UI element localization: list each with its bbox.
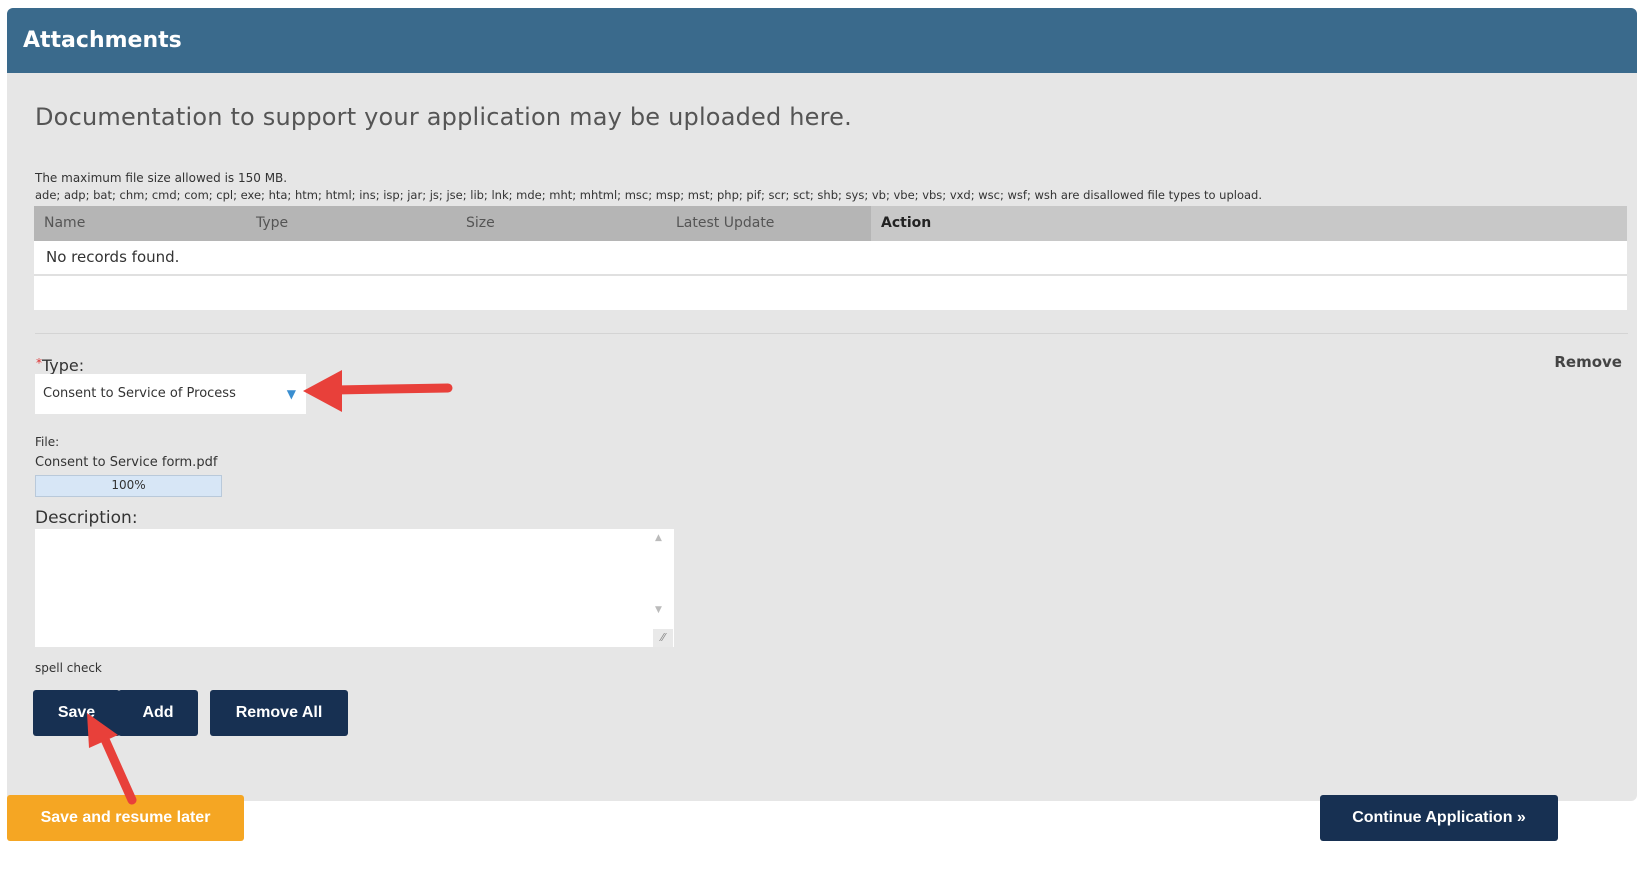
add-button[interactable]: Add [118, 690, 198, 736]
attachments-panel: Attachments Documentation to support you… [7, 8, 1637, 801]
column-header-latest-update[interactable]: Latest Update [666, 206, 871, 241]
remove-all-button[interactable]: Remove All [210, 690, 348, 736]
file-label: File: [35, 435, 60, 449]
save-button[interactable]: Save [33, 690, 120, 736]
type-label: *Type: [36, 356, 84, 375]
table-header: Name Type Size Latest Update Action [34, 206, 1627, 241]
panel-title: Attachments [7, 8, 1637, 73]
max-size-note: The maximum file size allowed is 150 MB. [35, 171, 288, 185]
description-textarea[interactable] [35, 529, 674, 647]
triangle-down-icon[interactable]: ▼ [287, 374, 296, 414]
scroll-up-icon[interactable]: ▲ [655, 533, 662, 543]
disallowed-types-note: ade; adp; bat; chm; cmd; com; cpl; exe; … [35, 188, 1263, 202]
attachments-table: Name Type Size Latest Update Action No r… [34, 206, 1627, 310]
column-header-name[interactable]: Name [34, 206, 246, 241]
upload-progress-text: 100% [111, 478, 146, 492]
spell-check-link[interactable]: spell check [35, 661, 102, 675]
remove-link[interactable]: Remove [1554, 353, 1622, 371]
type-select-value: Consent to Service of Process [43, 386, 236, 401]
scroll-down-icon[interactable]: ▼ [655, 605, 662, 615]
column-header-type[interactable]: Type [246, 206, 456, 241]
save-and-resume-later-button[interactable]: Save and resume later [7, 795, 244, 841]
upload-progress-bar: 100% [35, 475, 222, 497]
column-header-size[interactable]: Size [456, 206, 666, 241]
description-label: Description: [35, 508, 138, 528]
empty-table-message: No records found. [34, 241, 1627, 276]
section-divider [35, 333, 1628, 334]
file-name: Consent to Service form.pdf [35, 455, 218, 470]
table-blank-row [34, 276, 1627, 310]
resize-grip-icon[interactable]: ⁄⁄ [653, 629, 673, 647]
intro-text: Documentation to support your applicatio… [35, 103, 852, 131]
continue-application-button[interactable]: Continue Application » [1320, 795, 1558, 841]
column-header-action: Action [871, 206, 1627, 241]
type-select[interactable]: Consent to Service of Process ▼ [35, 374, 306, 414]
type-label-text: Type: [42, 356, 85, 375]
